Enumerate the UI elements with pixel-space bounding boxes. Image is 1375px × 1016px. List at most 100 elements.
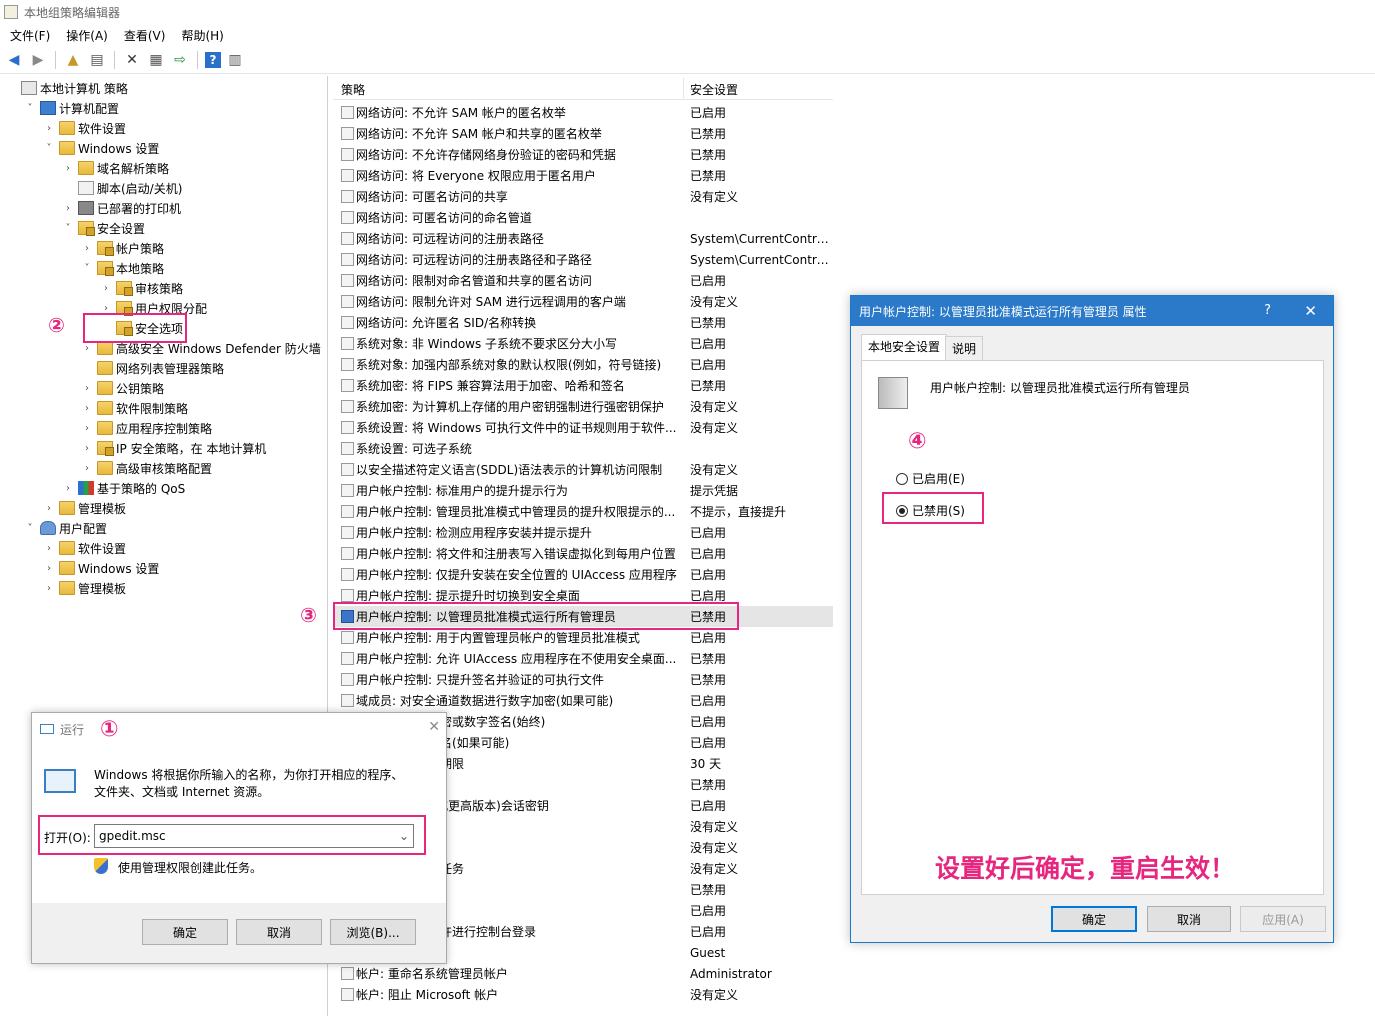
table-row[interactable]: 系统设置: 将 Windows 可执行文件中的证书规则用于软件... 没有定义 <box>333 417 833 438</box>
menu-action[interactable]: 操作(A) <box>66 27 108 44</box>
chevron-right-icon[interactable]: › <box>80 403 94 414</box>
tree-item[interactable]: 网络列表管理器策略 <box>80 358 224 378</box>
tree-item[interactable]: › 已部署的打印机 <box>61 198 181 218</box>
table-row[interactable]: 网络访问: 不允许 SAM 帐户和共享的匿名枚举 已禁用 <box>333 123 833 144</box>
radio-enabled-dot[interactable] <box>896 472 908 485</box>
tree-item[interactable]: › 高级安全 Windows Defender 防火墙 <box>80 338 321 358</box>
table-row[interactable]: 用户帐户控制: 只提升签名并验证的可执行文件 已禁用 <box>333 669 833 690</box>
table-row[interactable]: 网络访问: 不允许 SAM 帐户的匿名枚举 已启用 <box>333 102 833 123</box>
chevron-right-icon[interactable]: › <box>80 423 94 434</box>
tree-item[interactable]: › Windows 设置 <box>42 558 159 578</box>
chevron-right-icon[interactable]: › <box>61 483 75 494</box>
chevron-right-icon[interactable]: › <box>99 303 113 314</box>
show-hide-tree-icon[interactable]: ▤ <box>87 50 107 70</box>
radio-disabled-dot[interactable] <box>896 504 908 517</box>
chevron-right-icon[interactable]: › <box>61 163 75 174</box>
table-row[interactable]: 系统加密: 为计算机上存储的用户密钥强制进行强密钥保护 没有定义 <box>333 396 833 417</box>
run-browse-button[interactable]: 浏览(B)... <box>330 919 416 945</box>
chevron-down-icon[interactable]: ˅ <box>23 523 37 534</box>
tree-item[interactable]: ˅ 安全设置 <box>61 218 145 238</box>
radio-enabled[interactable]: 已启用(E) <box>896 470 965 487</box>
table-row[interactable]: 以安全描述符定义语言(SDDL)语法表示的计算机访问限制 没有定义 <box>333 459 833 480</box>
help-question-icon[interactable]: ? <box>1264 303 1271 318</box>
chevron-down-icon[interactable]: ˅ <box>61 223 75 234</box>
properties-icon[interactable]: ▦ <box>146 50 166 70</box>
up-folder-icon[interactable]: ▲ <box>63 50 83 70</box>
chevron-down-icon[interactable]: ˅ <box>42 143 56 154</box>
table-row[interactable]: 系统对象: 加强内部系统对象的默认权限(例如，符号链接) 已启用 <box>333 354 833 375</box>
chevron-right-icon[interactable]: › <box>80 443 94 454</box>
run-cancel-button[interactable]: 取消 <box>236 919 322 945</box>
table-row[interactable]: 用户帐户控制: 管理员批准模式中管理员的提升权限提示的... 不提示，直接提升 <box>333 501 833 522</box>
properties-apply-button[interactable]: 应用(A) <box>1240 906 1326 932</box>
tree-item[interactable]: › 域名解析策略 <box>61 158 169 178</box>
table-row[interactable]: 网络访问: 将 Everyone 权限应用于匿名用户 已禁用 <box>333 165 833 186</box>
tree-item[interactable]: ˅ 计算机配置 <box>23 98 119 118</box>
tree-item[interactable]: › 管理模板 <box>42 578 126 598</box>
run-close-icon[interactable]: ✕ <box>428 719 440 735</box>
chevron-right-icon[interactable]: › <box>42 123 56 134</box>
table-row[interactable]: 用户帐户控制: 标准用户的提升提示行为 提示凭据 <box>333 480 833 501</box>
tree-item[interactable]: › 高级审核策略配置 <box>80 458 212 478</box>
export-icon[interactable]: ⇨ <box>170 50 190 70</box>
column-header-policy[interactable]: 策略 <box>341 81 365 98</box>
table-row[interactable]: 用户帐户控制: 以管理员批准模式运行所有管理员 已禁用 <box>333 606 833 627</box>
table-row[interactable]: 网络访问: 允许匿名 SID/名称转换 已禁用 <box>333 312 833 333</box>
tree-item[interactable]: › 软件设置 <box>42 538 126 558</box>
chevron-right-icon[interactable]: › <box>80 383 94 394</box>
chevron-right-icon[interactable]: › <box>80 243 94 254</box>
tree-item[interactable]: › 软件限制策略 <box>80 398 188 418</box>
table-row[interactable]: 网络访问: 限制对命名管道和共享的匿名访问 已启用 <box>333 270 833 291</box>
chevron-right-icon[interactable]: › <box>80 343 94 354</box>
tree-item[interactable]: ˅ 本地策略 <box>80 258 164 278</box>
table-row[interactable]: 网络访问: 可远程访问的注册表路径 System\CurrentContro... <box>333 228 833 249</box>
table-row[interactable]: 用户帐户控制: 将文件和注册表写入错误虚拟化到每用户位置 已启用 <box>333 543 833 564</box>
chevron-down-icon[interactable]: ˅ <box>80 263 94 274</box>
chevron-right-icon[interactable]: › <box>61 203 75 214</box>
view-icon[interactable]: ▥ <box>225 50 245 70</box>
table-row[interactable]: 网络访问: 可匿名访问的命名管道 <box>333 207 833 228</box>
table-row[interactable]: 用户帐户控制: 允许 UIAccess 应用程序在不使用安全桌面... 已禁用 <box>333 648 833 669</box>
chevron-right-icon[interactable]: › <box>42 543 56 554</box>
chevron-right-icon[interactable]: › <box>99 283 113 294</box>
tree-item[interactable]: 本地计算机 策略 <box>4 78 128 98</box>
chevron-right-icon[interactable]: › <box>80 463 94 474</box>
chevron-right-icon[interactable]: › <box>42 563 56 574</box>
table-row[interactable]: 系统设置: 可选子系统 <box>333 438 833 459</box>
table-row[interactable]: 网络访问: 可匿名访问的共享 没有定义 <box>333 186 833 207</box>
column-header-setting[interactable]: 安全设置 <box>690 81 738 98</box>
tree-item[interactable]: › 基于策略的 QoS <box>61 478 185 498</box>
delete-icon[interactable]: ✕ <box>122 50 142 70</box>
table-row[interactable]: 系统对象: 非 Windows 子系统不要求区分大小写 已启用 <box>333 333 833 354</box>
table-row[interactable]: 网络访问: 不允许存储网络身份验证的密码和凭据 已禁用 <box>333 144 833 165</box>
tree-item[interactable]: › 软件设置 <box>42 118 126 138</box>
chevron-right-icon[interactable]: › <box>42 583 56 594</box>
tree-item[interactable]: ˅ 用户配置 <box>23 518 107 538</box>
tab-explain[interactable]: 说明 <box>945 336 984 360</box>
table-row[interactable]: 系统加密: 将 FIPS 兼容算法用于加密、哈希和签名 已禁用 <box>333 375 833 396</box>
open-input[interactable]: gpedit.msc ⌄ <box>94 824 414 848</box>
tree-item[interactable]: 安全选项 <box>99 318 183 338</box>
run-ok-button[interactable]: 确定 <box>142 919 228 945</box>
chevron-right-icon[interactable]: › <box>42 503 56 514</box>
tree-item[interactable]: › 应用程序控制策略 <box>80 418 212 438</box>
menu-view[interactable]: 查看(V) <box>124 27 166 44</box>
tree-item[interactable]: › 审核策略 <box>99 278 183 298</box>
tree-item[interactable]: ˅ Windows 设置 <box>42 138 159 158</box>
tree-item[interactable]: › 管理模板 <box>42 498 126 518</box>
chevron-down-icon[interactable]: ⌄ <box>399 825 409 847</box>
table-row[interactable]: 网络访问: 可远程访问的注册表路径和子路径 System\CurrentContr… <box>333 249 833 270</box>
tree-item[interactable]: 脚本(启动/关机) <box>61 178 182 198</box>
table-row[interactable]: 用户帐户控制: 仅提升安装在安全位置的 UIAccess 应用程序 已启用 <box>333 564 833 585</box>
table-row[interactable]: 用户帐户控制: 用于内置管理员帐户的管理员批准模式 已启用 <box>333 627 833 648</box>
menu-help[interactable]: 帮助(H) <box>181 27 223 44</box>
properties-cancel-button[interactable]: 取消 <box>1147 906 1231 932</box>
table-row[interactable]: 用户帐户控制: 提示提升时切换到安全桌面 已启用 <box>333 585 833 606</box>
tab-local-security-setting[interactable]: 本地安全设置 <box>861 334 948 360</box>
forward-icon[interactable]: ▶ <box>28 50 48 70</box>
properties-close-icon[interactable]: ✕ <box>1304 302 1317 320</box>
chevron-down-icon[interactable]: ˅ <box>23 103 37 114</box>
table-row[interactable]: 帐户: 阻止 Microsoft 帐户 没有定义 <box>333 984 833 1005</box>
table-row[interactable]: 域成员: 对安全通道数据进行数字加密(如果可能) 已启用 <box>333 690 833 711</box>
table-row[interactable]: 用户帐户控制: 检测应用程序安装并提示提升 已启用 <box>333 522 833 543</box>
